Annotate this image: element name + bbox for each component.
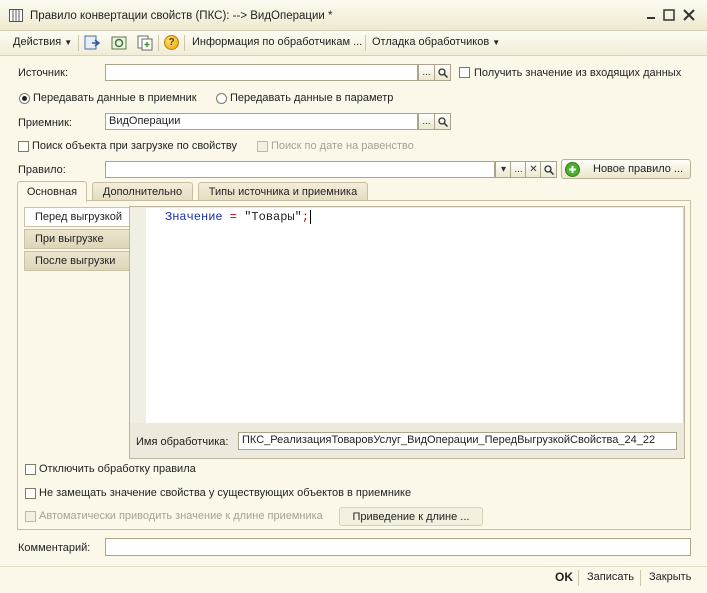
receiver-input[interactable]: ВидОперации (105, 113, 418, 130)
add-icon (565, 161, 580, 177)
actions-menu[interactable]: Действия ▼ (13, 36, 72, 48)
copy-icon[interactable] (137, 35, 153, 51)
no-replace-checkbox[interactable] (25, 488, 36, 499)
actions-label: Действия (13, 36, 62, 48)
code-string: "Товары" (244, 210, 302, 224)
ok-button[interactable]: OK (555, 570, 573, 584)
handler-name-field[interactable]: ПКС_РеализацияТоваровУслуг_ВидОперации_П… (238, 432, 677, 450)
toolbar-separator (365, 35, 366, 51)
event-tab-after-export[interactable]: После выгрузки (24, 251, 130, 271)
maximize-button[interactable] (661, 8, 677, 22)
no-replace-label: Не замещать значение свойства у существу… (39, 487, 412, 499)
editor-scrollbar[interactable] (683, 208, 684, 423)
code-operator: = (222, 210, 245, 224)
rule-search-button[interactable] (540, 161, 557, 178)
event-tab-on-export[interactable]: При выгрузке (24, 229, 130, 249)
disable-rule-label: Отключить обработку правила (39, 463, 196, 475)
auto-length-checkbox[interactable] (25, 511, 36, 522)
tab-source-receiver-types[interactable]: Типы источника и приемника (198, 182, 368, 201)
tab-additional[interactable]: Дополнительно (92, 182, 193, 201)
save-button[interactable]: Записать (587, 571, 634, 583)
toolbar-separator (184, 35, 185, 51)
get-from-input-label: Получить значение из входящих данных (474, 67, 682, 79)
source-search-button[interactable] (434, 64, 451, 81)
tab-main[interactable]: Основная (17, 181, 87, 202)
source-label: Источник: (18, 67, 69, 79)
handlers-info-button[interactable]: Информация по обработчикам ... (192, 36, 362, 48)
radio-to-receiver[interactable] (19, 93, 30, 104)
to-length-button[interactable]: Приведение к длине ... (339, 507, 483, 526)
get-from-input-checkbox[interactable] (459, 67, 470, 78)
clear-icon: ✕ (529, 164, 538, 175)
auto-length-label: Автоматически приводить значение к длине… (39, 510, 323, 522)
radio-to-parameter-label: Передавать данные в параметр (230, 92, 394, 104)
receiver-select-button[interactable]: ... (418, 113, 435, 130)
footer-separator (578, 570, 579, 586)
search-icon (437, 116, 448, 127)
search-by-date-label: Поиск по дате на равенство (271, 140, 414, 152)
handler-name-label: Имя обработчика: (136, 436, 229, 448)
search-by-date-checkbox[interactable] (257, 141, 268, 152)
editor-gutter (130, 208, 146, 423)
refresh-icon[interactable] (111, 35, 127, 51)
text-cursor (310, 210, 312, 224)
dialog-window: Правило конвертации свойств (ПКС): --> В… (0, 0, 707, 593)
receiver-search-button[interactable] (434, 113, 451, 130)
close-dialog-button[interactable]: Закрыть (649, 571, 691, 583)
source-input[interactable] (105, 64, 418, 81)
chevron-down-icon: ▼ (492, 38, 501, 47)
comment-label: Комментарий: (18, 542, 91, 554)
comment-input[interactable] (105, 538, 691, 556)
debug-handlers-label: Отладка обработчиков (372, 36, 490, 48)
search-icon (543, 164, 554, 175)
code-line: Значение = "Товары"; (165, 210, 312, 224)
toolbar-separator (158, 35, 159, 51)
new-rule-label: Новое правило ... (593, 163, 684, 175)
save-close-icon[interactable] (84, 35, 100, 51)
source-select-button[interactable]: ... (418, 64, 435, 81)
event-tab-before-export[interactable]: Перед выгрузкой (24, 207, 131, 227)
toolbar: Действия ▼ ? Информация по обработчикам … (0, 31, 707, 56)
debug-handlers-menu[interactable]: Отладка обработчиков ▼ (372, 36, 500, 48)
help-icon[interactable]: ? (164, 35, 179, 50)
window-icon (9, 9, 23, 22)
search-by-property-label: Поиск объекта при загрузке по свойству (32, 140, 237, 152)
radio-to-receiver-label: Передавать данные в приемник (33, 92, 197, 104)
toolbar-separator (78, 35, 79, 51)
radio-to-parameter[interactable] (216, 93, 227, 104)
footer-separator (640, 570, 641, 586)
search-by-property-checkbox[interactable] (18, 141, 29, 152)
chevron-down-icon: ▾ (500, 164, 507, 175)
new-rule-button[interactable]: Новое правило ... (561, 159, 691, 179)
chevron-down-icon: ▼ (64, 38, 73, 47)
search-icon (437, 67, 448, 78)
disable-rule-checkbox[interactable] (25, 464, 36, 475)
close-button[interactable] (681, 8, 697, 22)
rule-input[interactable] (105, 161, 495, 178)
code-terminator: ; (301, 210, 310, 224)
window-title: Правило конвертации свойств (ПКС): --> В… (30, 10, 333, 22)
code-variable: Значение (165, 210, 223, 224)
title-bar: Правило конвертации свойств (ПКС): --> В… (0, 0, 707, 31)
code-editor[interactable] (146, 208, 683, 423)
receiver-label: Приемник: (18, 117, 72, 129)
rule-label: Правило: (18, 164, 66, 176)
minimize-button[interactable] (643, 8, 659, 22)
